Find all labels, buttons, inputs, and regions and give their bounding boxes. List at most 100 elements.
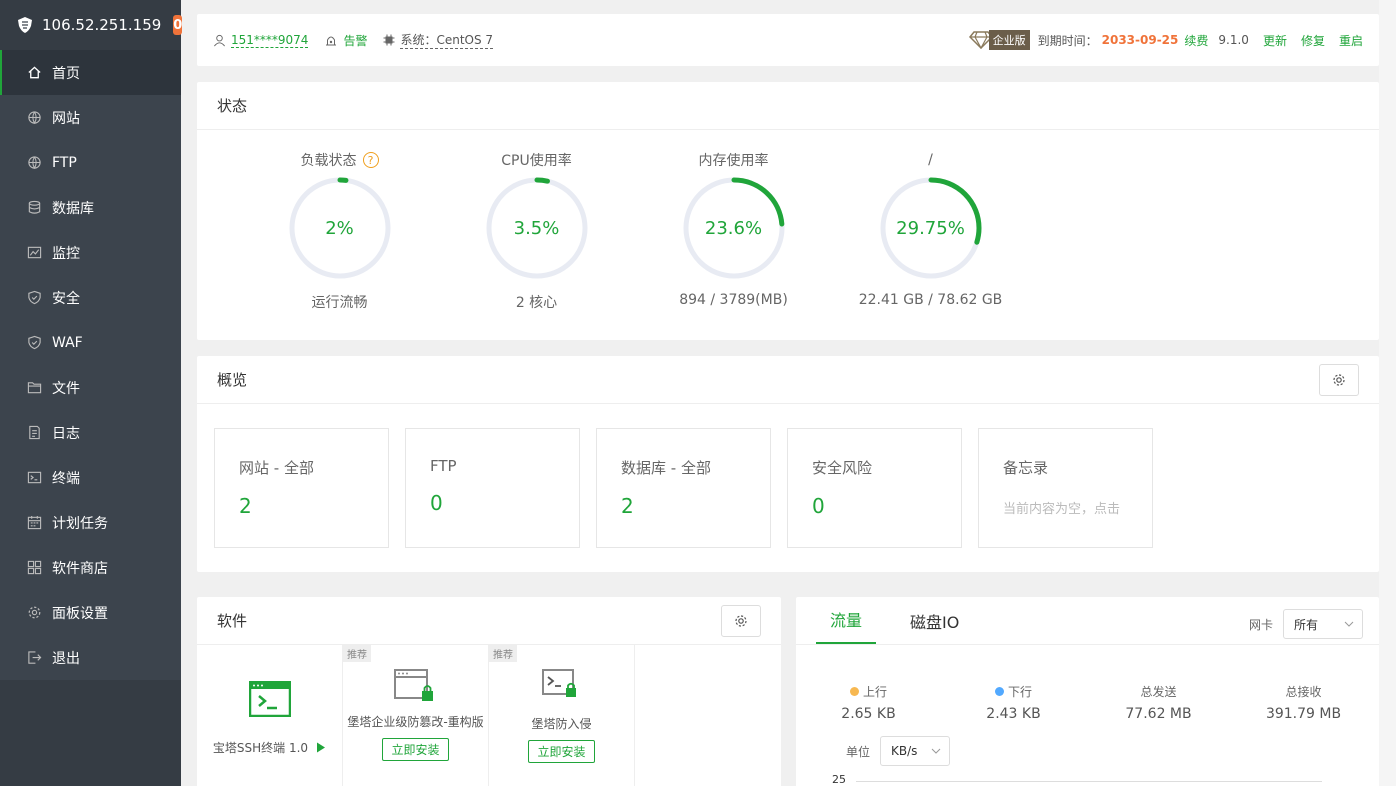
bottom-row: 软件 宝塔SSH终端 1.0 推荐 堡塔企业级防篡改-重构版 立即安装 推荐 堡… — [197, 597, 1379, 786]
sidebar-item-label: 数据库 — [52, 200, 94, 217]
sidebar-item-10[interactable]: 计划任务 — [0, 500, 181, 545]
terminal-icon — [26, 470, 42, 486]
install-button[interactable]: 立即安装 — [528, 740, 595, 763]
gauge-3[interactable]: / 29.75% 22.41 GB / 78.62 GB — [832, 150, 1029, 312]
renew-link[interactable]: 续费 — [1184, 32, 1208, 49]
install-button[interactable]: 立即安装 — [382, 738, 449, 761]
overview-title: 概览 — [197, 356, 1379, 404]
overview-box-value[interactable]: 0 — [812, 494, 961, 518]
overview-box-name: 数据库 - 全部 — [621, 459, 711, 477]
system-os: 系统：CentOS 7 — [400, 33, 494, 49]
license-info: 企业版 到期时间： 2033-09-25 续费 9.1.0 更新 修复 重启 — [968, 30, 1363, 50]
logout-icon — [26, 650, 42, 666]
overview-panel: 概览 网站 - 全部 2 FTP 0 数据库 - 全部 2 安全风险 0 备忘录 当前内容为空，点… — [197, 356, 1379, 572]
memo-text[interactable]: 当前内容为空，点击 — [1003, 498, 1152, 517]
terminal-app-icon — [248, 681, 291, 717]
folder-icon — [26, 380, 42, 396]
scrollbar[interactable] — [1379, 0, 1396, 786]
gauge-value: 3.5% — [513, 217, 560, 239]
stat-label: 总发送 — [1140, 683, 1176, 700]
gauge-ring: 23.6% — [680, 174, 788, 282]
sidebar-footer — [0, 680, 181, 786]
overview-box-name: 安全风险 — [812, 459, 873, 477]
sidebar-item-9[interactable]: 终端 — [0, 455, 181, 500]
legend-dot — [849, 687, 859, 696]
play-icon[interactable] — [316, 742, 326, 753]
sidebar-item-7[interactable]: 文件 — [0, 365, 181, 410]
traffic-stat-0: 上行 2.65 KB — [796, 683, 941, 722]
software-item-tamper[interactable]: 推荐 堡塔企业级防篡改-重构版 立即安装 — [343, 645, 489, 786]
gauge-label-text: CPU使用率 — [501, 153, 572, 169]
software-item-intrusion[interactable]: 推荐 堡塔防入侵 立即安装 — [489, 645, 635, 786]
sidebar-item-label: 网站 — [52, 110, 80, 127]
overview-box-value[interactable]: 2 — [239, 494, 388, 518]
sidebar-item-5[interactable]: 安全 — [0, 275, 181, 320]
overview-box-3[interactable]: 安全风险 0 — [787, 428, 962, 548]
sidebar: 106.52.251.159 0 首页 网站 FTP 数据库 监控 安全 WAF 文件 日志 终端… — [0, 0, 183, 786]
globe-icon — [26, 110, 42, 126]
unit-value: KB/s — [891, 744, 918, 758]
intrusion-app-icon — [541, 669, 576, 697]
software-item-ssh[interactable]: 宝塔SSH终端 1.0 — [197, 645, 343, 786]
software-name-ssh: 宝塔SSH终端 1.0 — [213, 739, 326, 756]
sidebar-item-label: 首页 — [52, 65, 80, 82]
unit-select[interactable]: KB/s — [880, 736, 951, 766]
overview-box-value[interactable]: 0 — [430, 491, 579, 515]
gauge-label: 负载状态? — [301, 150, 379, 170]
gauge-0[interactable]: 负载状态? 2% 运行流畅 — [241, 150, 438, 312]
stat-label-text: 总发送 — [1140, 685, 1177, 699]
traffic-panel: 流量 磁盘IO 网卡 所有 上行 2.65 KB 下行 2.43 KB 总发送 77.62… — [796, 597, 1379, 786]
sidebar-item-8[interactable]: 日志 — [0, 410, 181, 455]
overview-box-value[interactable]: 2 — [621, 494, 770, 518]
stat-value: 2.65 KB — [841, 706, 896, 722]
stat-label-text: 总接收 — [1285, 685, 1322, 699]
chevron-down-icon — [931, 748, 941, 754]
gauge-sub: 2 核心 — [515, 295, 558, 311]
expire-label: 到期时间： — [1037, 33, 1098, 48]
gauge-sub: 894 / 3789(MB) — [679, 292, 788, 308]
memo-box[interactable]: 备忘录 当前内容为空，点击 — [978, 428, 1153, 548]
sidebar-item-label: 计划任务 — [52, 515, 108, 532]
alarm-icon — [326, 36, 337, 46]
sidebar-item-3[interactable]: 数据库 — [0, 185, 181, 230]
sidebar-menu: 首页网站 FTP 数据库监控 安全 WAF 文件日志终端计划任务软件商店 面板设置 退出 — [0, 50, 181, 680]
gear-icon — [735, 615, 747, 627]
gear-icon — [1333, 374, 1345, 386]
alert-label[interactable]: 告警 — [343, 32, 367, 49]
software-title: 软件 — [197, 597, 781, 645]
nic-select[interactable]: 所有 — [1283, 609, 1363, 639]
software-settings-button[interactable] — [721, 605, 761, 637]
user-phone[interactable]: 151****9074 — [231, 33, 309, 48]
repair-link[interactable]: 修复 — [1301, 32, 1325, 49]
sidebar-item-2[interactable]: FTP — [0, 140, 181, 185]
overview-box-0[interactable]: 网站 - 全部 2 — [214, 428, 389, 548]
edition-label: 企业版 — [988, 30, 1030, 50]
software-name-ssh-text: 宝塔SSH终端 1.0 — [212, 741, 309, 755]
gauge-1[interactable]: CPU使用率 3.5% 2 核心 — [438, 150, 635, 312]
notification-badge[interactable]: 0 — [173, 15, 183, 35]
overview-box-1[interactable]: FTP 0 — [405, 428, 580, 548]
sidebar-item-11[interactable]: 软件商店 — [0, 545, 181, 590]
overview-settings-button[interactable] — [1319, 364, 1359, 396]
update-link[interactable]: 更新 — [1263, 32, 1287, 49]
sidebar-item-1[interactable]: 网站 — [0, 95, 181, 140]
sidebar-item-0[interactable]: 首页 — [0, 50, 181, 95]
user-info[interactable]: 151****9074 — [213, 33, 309, 48]
main-content: 151****9074 告警 系统：CentOS 7 企业版 到期时间： 203… — [197, 14, 1379, 786]
sidebar-item-12[interactable]: 面板设置 — [0, 590, 181, 635]
chevron-down-icon — [1344, 621, 1354, 627]
gauge-2[interactable]: 内存使用率 23.6% 894 / 3789(MB) — [635, 150, 832, 312]
traffic-stat-3: 总接收 391.79 MB — [1231, 683, 1376, 722]
sidebar-item-label: 日志 — [52, 425, 80, 442]
help-icon[interactable]: ? — [362, 152, 379, 168]
sidebar-item-4[interactable]: 监控 — [0, 230, 181, 275]
overview-box-2[interactable]: 数据库 - 全部 2 — [596, 428, 771, 548]
system-info: 系统：CentOS 7 — [383, 31, 494, 49]
sidebar-item-6[interactable]: WAF — [0, 320, 181, 365]
gauge-value: 2% — [325, 217, 354, 239]
restart-link[interactable]: 重启 — [1339, 32, 1363, 49]
alert-link[interactable]: 告警 — [324, 32, 367, 49]
tab-disk-io[interactable]: 磁盘IO — [896, 609, 973, 644]
sidebar-item-13[interactable]: 退出 — [0, 635, 181, 680]
tab-traffic[interactable]: 流量 — [816, 607, 877, 644]
